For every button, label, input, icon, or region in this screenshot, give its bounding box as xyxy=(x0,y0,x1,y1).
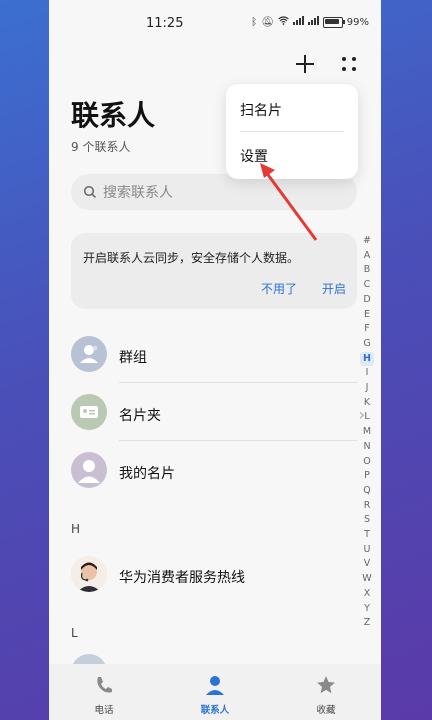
contact-count: 9 个联系人 xyxy=(71,140,131,154)
alphabet-letter[interactable]: F xyxy=(360,322,374,337)
alphabet-letter[interactable]: B xyxy=(360,263,374,278)
groups-icon xyxy=(71,336,107,372)
bluetooth-icon: ᛒ xyxy=(251,16,258,28)
tab-label: 电话 xyxy=(94,705,114,716)
alphabet-letter[interactable]: V xyxy=(360,557,374,572)
alphabet-letter[interactable]: W xyxy=(360,572,374,587)
tab-favorites[interactable]: 收藏 xyxy=(286,674,366,716)
alphabet-letter[interactable]: E xyxy=(360,308,374,323)
divider xyxy=(119,382,357,383)
groups-label: 群组 xyxy=(119,350,147,366)
alphabet-letter[interactable]: R xyxy=(360,499,374,514)
agent-avatar xyxy=(71,556,107,592)
alphabet-letter[interactable]: H xyxy=(360,351,374,367)
sync-message: 开启联系人云同步，安全存储个人数据。 xyxy=(83,251,300,265)
alphabet-letter[interactable]: K xyxy=(360,396,374,411)
page-title: 联系人 xyxy=(71,99,156,132)
alphabet-letter[interactable]: Q xyxy=(360,484,374,499)
huawei-hotline-label: 华为消费者服务热线 xyxy=(119,570,245,586)
tab-phone[interactable]: 电话 xyxy=(64,674,144,716)
my-card-label: 我的名片 xyxy=(119,466,175,482)
tab-label: 联系人 xyxy=(200,705,230,716)
alphabet-letter[interactable]: L xyxy=(360,410,374,425)
more-options-button[interactable] xyxy=(335,50,363,78)
alphabet-letter[interactable]: S xyxy=(360,513,374,528)
mute-icon: 🔕︎ xyxy=(261,16,274,28)
wifi-icon xyxy=(277,16,289,28)
alphabet-letter[interactable]: X xyxy=(360,587,374,602)
tab-label: 收藏 xyxy=(316,705,336,716)
signal-icon xyxy=(292,16,304,28)
status-icons: ᛒ 🔕︎ 99% xyxy=(251,16,369,28)
phone-icon xyxy=(97,677,112,693)
sync-enable-button[interactable]: 开启 xyxy=(322,280,346,297)
signal-icon-2 xyxy=(307,16,319,28)
list-item-card-holder[interactable]: 名片夹 › xyxy=(71,388,365,440)
battery-icon xyxy=(322,16,345,28)
divider xyxy=(119,440,357,441)
alphabet-letter[interactable]: C xyxy=(360,278,374,293)
alphabet-letter[interactable]: T xyxy=(360,528,374,543)
alphabet-letter[interactable]: N xyxy=(360,440,374,455)
menu-item-settings[interactable]: 设置 xyxy=(240,146,268,166)
menu-item-scan-card[interactable]: 扫名片 xyxy=(240,100,282,120)
cloud-sync-card: 开启联系人云同步，安全存储个人数据。 不用了 开启 xyxy=(71,233,357,309)
phone-screen: 11:25 ᛒ 🔕︎ 99% 联系人 9 个联系人 搜索联系人 开启联系人云同步… xyxy=(49,0,381,720)
list-item-my-card[interactable]: 我的名片 xyxy=(71,446,357,498)
plus-icon xyxy=(296,55,314,73)
status-bar: 11:25 ᛒ 🔕︎ 99% xyxy=(49,0,381,46)
status-time: 11:25 xyxy=(146,16,184,31)
alphabet-letter[interactable]: P xyxy=(360,469,374,484)
search-input[interactable]: 搜索联系人 xyxy=(71,174,357,210)
sync-dismiss-button[interactable]: 不用了 xyxy=(261,280,297,297)
add-contact-button[interactable] xyxy=(291,50,319,78)
more-dots-icon xyxy=(342,57,356,71)
card-holder-label: 名片夹 xyxy=(119,408,161,424)
avatar xyxy=(71,452,107,488)
star-icon xyxy=(317,676,335,694)
list-item-groups[interactable]: 群组 › xyxy=(71,330,365,382)
alphabet-letter[interactable]: J xyxy=(360,381,374,396)
alphabet-letter[interactable]: I xyxy=(360,366,374,381)
alphabet-letter[interactable]: U xyxy=(360,543,374,558)
alphabet-letter[interactable]: Y xyxy=(360,602,374,617)
alphabet-index[interactable]: # A B C D E F G H I J K L M N O P Q R S T U V W X Y Z xyxy=(360,234,374,631)
list-item-huawei-hotline[interactable]: 华为消费者服务热线 xyxy=(71,550,357,602)
search-placeholder: 搜索联系人 xyxy=(103,185,173,201)
section-header-l: L xyxy=(71,626,78,640)
battery-percent: 99% xyxy=(346,16,369,28)
menu-divider xyxy=(240,131,344,132)
alphabet-letter[interactable]: M xyxy=(360,425,374,440)
alphabet-letter[interactable]: D xyxy=(360,293,374,308)
tab-contacts[interactable]: 联系人 xyxy=(175,674,255,716)
business-card-icon xyxy=(71,394,107,430)
alphabet-letter[interactable]: G xyxy=(360,337,374,352)
alphabet-letter[interactable]: # xyxy=(360,234,374,249)
search-icon xyxy=(83,185,97,199)
alphabet-letter[interactable]: Z xyxy=(360,616,374,631)
alphabet-letter[interactable]: A xyxy=(360,249,374,264)
bottom-nav: 电话 联系人 收藏 xyxy=(49,664,381,720)
section-header-h: H xyxy=(71,522,81,536)
overflow-menu: 扫名片 设置 xyxy=(226,84,358,179)
alphabet-letter[interactable]: O xyxy=(360,455,374,470)
contacts-icon xyxy=(206,676,224,695)
